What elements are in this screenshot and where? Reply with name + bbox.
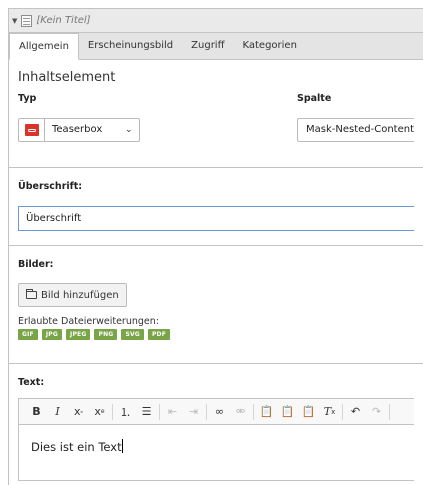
indent-icon[interactable]: ⇥	[183, 402, 204, 422]
heading-section: Überschrift: Überschrift	[9, 168, 423, 246]
extension-badge: PDF	[147, 329, 171, 340]
paste-word-icon[interactable]: 📋	[298, 402, 319, 422]
superscript-icon[interactable]: xe	[89, 402, 110, 422]
typ-value: Teaserbox	[52, 124, 103, 135]
italic-icon[interactable]: I	[47, 402, 68, 422]
remove-format-icon[interactable]: Tx	[319, 402, 340, 422]
caret-down-icon[interactable]: ▼	[12, 17, 17, 25]
outdent-icon[interactable]: ⇤	[162, 402, 183, 422]
allowed-extensions-label: Erlaubte Dateierweiterungen:	[18, 316, 159, 327]
extension-badge: GIF	[18, 329, 38, 340]
chevron-down-icon: ⌄	[125, 125, 133, 135]
extension-badges: GIF JPG JPEG PNG SVG PDF	[18, 329, 414, 340]
panel-header[interactable]: ▼ [Kein Titel]	[9, 9, 423, 33]
images-section: Bilder: Bild hinzufügen Erlaubte Dateier…	[9, 246, 423, 364]
typ-label: Typ	[18, 93, 37, 104]
content-element-panel: ▼ [Kein Titel] Allgemein Erscheinungsbil…	[8, 8, 423, 485]
rich-text-editor: B I xₑ xe ⒈ ☰ ⇤ ⇥ ∞ ⚮ 📋 📋 📋 Tx ↶ ↷ Dies …	[18, 398, 414, 481]
document-icon	[21, 14, 33, 27]
tab-kategorien[interactable]: Kategorien	[233, 33, 305, 59]
numbered-list-icon[interactable]: ⒈	[115, 402, 136, 422]
extension-badge: JPG	[41, 329, 63, 340]
panel-title: [Kein Titel]	[36, 15, 91, 26]
text-section: Text: B I xₑ xe ⒈ ☰ ⇤ ⇥ ∞ ⚮ 📋 📋 📋 Tx ↶ ↷…	[9, 364, 423, 485]
undo-icon[interactable]: ↶	[345, 402, 366, 422]
bulleted-list-icon[interactable]: ☰	[136, 402, 157, 422]
unlink-icon[interactable]: ⚮	[230, 402, 251, 422]
bold-icon[interactable]: B	[26, 402, 47, 422]
text-label: Text:	[18, 377, 45, 388]
extension-badge: SVG	[121, 329, 144, 340]
tab-erscheinungsbild[interactable]: Erscheinungsbild	[79, 33, 182, 59]
extension-badge: JPEG	[66, 329, 91, 340]
tab-allgemein[interactable]: Allgemein	[9, 33, 79, 60]
add-image-label: Bild hinzufügen	[41, 289, 119, 301]
text-cursor	[121, 439, 123, 453]
tab-zugriff[interactable]: Zugriff	[182, 33, 233, 59]
add-image-button[interactable]: Bild hinzufügen	[18, 283, 127, 307]
subscript-icon[interactable]: xₑ	[68, 402, 89, 422]
images-label: Bilder:	[18, 259, 54, 270]
typ-select[interactable]: Teaserbox ⌄	[18, 118, 140, 142]
teaserbox-icon	[24, 124, 39, 136]
heading-label: Überschrift:	[18, 181, 83, 192]
spalte-select[interactable]: Mask-Nested-Content	[296, 118, 414, 142]
redo-icon[interactable]: ↷	[366, 402, 387, 422]
typ-icon-box	[19, 119, 45, 141]
paste-icon[interactable]: 📋	[256, 402, 277, 422]
paste-text-icon[interactable]: 📋	[277, 402, 298, 422]
editor-content-area[interactable]: Dies ist ein Text	[19, 425, 414, 480]
general-section: Inhaltselement Typ Teaserbox ⌄ Spalte Ma…	[9, 60, 423, 168]
tab-bar: Allgemein Erscheinungsbild Zugriff Kateg…	[9, 33, 423, 60]
editor-text: Dies ist ein Text	[31, 440, 122, 454]
link-icon[interactable]: ∞	[209, 402, 230, 422]
section-title: Inhaltselement	[18, 70, 116, 85]
folder-icon	[26, 289, 37, 299]
extension-badge: PNG	[94, 329, 118, 340]
spalte-label: Spalte	[296, 93, 332, 104]
editor-toolbar: B I xₑ xe ⒈ ☰ ⇤ ⇥ ∞ ⚮ 📋 📋 📋 Tx ↶ ↷	[19, 399, 414, 425]
heading-input[interactable]: Überschrift	[18, 206, 414, 231]
